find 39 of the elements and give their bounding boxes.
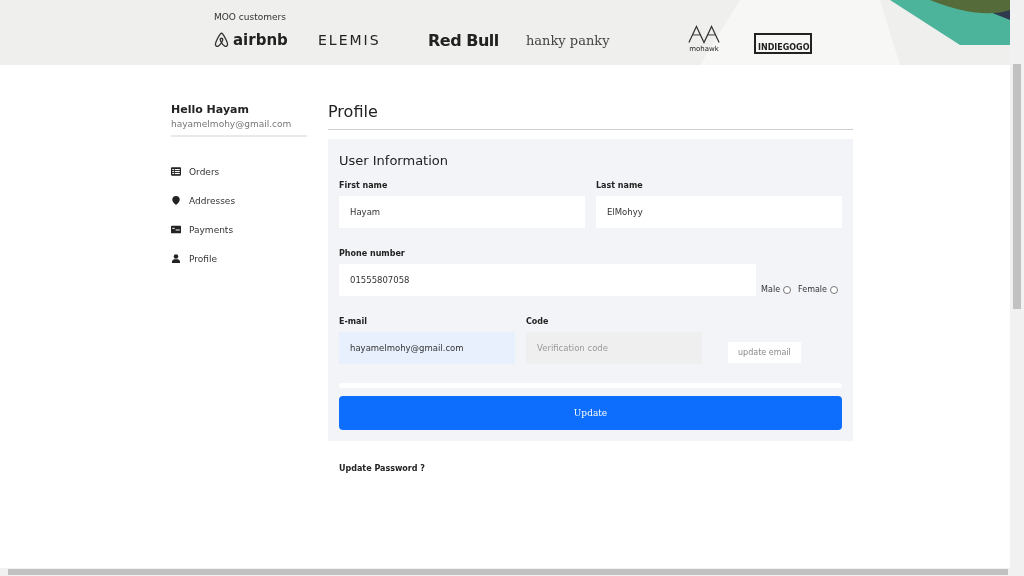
sidebar-link[interactable]: Orders bbox=[189, 166, 220, 177]
horizontal-scrollbar[interactable] bbox=[0, 568, 1024, 576]
field-label: First name bbox=[339, 180, 389, 192]
logo-icon bbox=[213, 31, 230, 49]
sidebar-link[interactable]: Payments bbox=[189, 224, 234, 235]
section-title: User Information bbox=[339, 152, 449, 170]
update-button[interactable]: Update bbox=[339, 396, 842, 430]
pin-icon bbox=[171, 196, 181, 205]
input-field[interactable]: 01555807058 bbox=[339, 264, 757, 296]
radio-button[interactable] bbox=[783, 285, 792, 294]
field-label: Code bbox=[526, 316, 550, 328]
field-label: Phone number bbox=[339, 248, 406, 260]
brand-logo: ELEMIS bbox=[318, 32, 382, 48]
brand-logo: Red Bull bbox=[428, 30, 500, 50]
field-label: E-mail bbox=[339, 316, 368, 328]
brand-logo: hanky panky bbox=[526, 32, 611, 48]
radio-button[interactable] bbox=[830, 285, 838, 294]
input-field[interactable]: Hayam bbox=[339, 196, 585, 228]
banner-caption: MOO customers bbox=[214, 11, 287, 23]
brand-logo: INDIEGOGO bbox=[754, 32, 812, 54]
sidebar-link[interactable]: Profile bbox=[189, 253, 217, 264]
user-email: hayamelmohy@gmail.com bbox=[171, 118, 293, 131]
input-field[interactable]: hayamelmohy@gmail.com bbox=[339, 332, 515, 364]
input-field[interactable]: ElMohyy bbox=[596, 196, 842, 228]
brand-logo: airbnb bbox=[233, 31, 288, 49]
radio-label: Female bbox=[798, 285, 827, 294]
logo-icon bbox=[687, 23, 721, 45]
field-label: Last name bbox=[596, 180, 644, 192]
page-title: Profile bbox=[328, 101, 853, 130]
card-icon bbox=[171, 225, 181, 234]
vertical-scrollbar[interactable] bbox=[1010, 0, 1024, 568]
radio-label: Male bbox=[761, 285, 781, 294]
input-field[interactable]: Verification code bbox=[526, 332, 702, 364]
sidebar-link[interactable]: Addresses bbox=[189, 195, 236, 206]
list-icon bbox=[171, 167, 181, 176]
greeting: Hello Hayam bbox=[171, 103, 250, 117]
update-email-button[interactable]: update email bbox=[728, 342, 801, 363]
update-password-link[interactable]: Update Password ? bbox=[339, 464, 425, 473]
person-icon bbox=[171, 254, 181, 263]
